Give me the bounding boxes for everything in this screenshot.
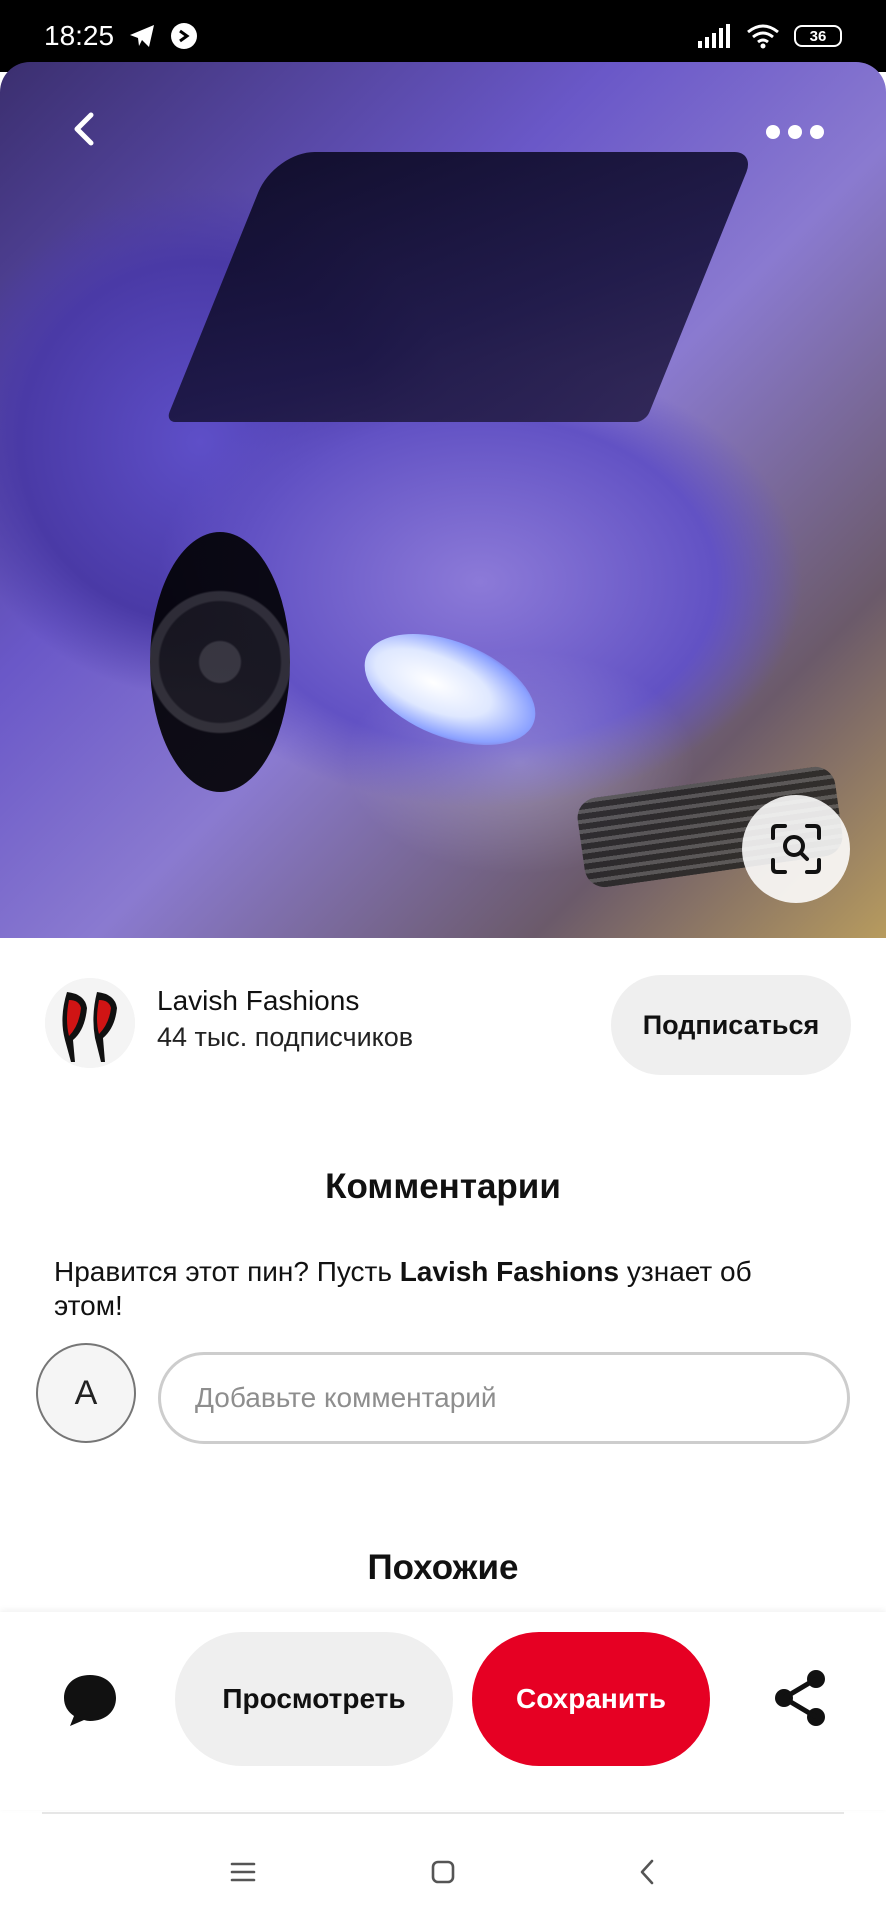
save-button[interactable]: Сохранить [472, 1632, 710, 1766]
view-button[interactable]: Просмотреть [175, 1632, 453, 1766]
shazam-icon [171, 23, 198, 49]
speech-bubble-icon [64, 1675, 116, 1726]
visual-search-icon [771, 824, 821, 874]
more-dots-icon [810, 125, 824, 139]
creator-name[interactable]: Lavish Fashions [157, 985, 359, 1017]
comment-prompt-creator: Lavish Fashions [399, 1256, 620, 1287]
home-square-icon [431, 1860, 455, 1884]
car-headlight [348, 611, 552, 768]
signal-icon [698, 24, 730, 48]
telegram-icon [130, 25, 155, 47]
comment-button[interactable] [60, 1670, 120, 1730]
creator-avatar[interactable] [45, 978, 135, 1068]
menu-button[interactable] [223, 1852, 263, 1892]
system-navbar [0, 1830, 886, 1920]
home-button[interactable] [423, 1852, 463, 1892]
battery-icon: 36 [794, 25, 842, 47]
status-time: 18:25 [44, 20, 115, 51]
menu-icon [230, 1862, 256, 1882]
visual-search-button[interactable] [742, 795, 850, 903]
car-windshield [165, 152, 755, 422]
back-arrow-icon [74, 112, 94, 146]
pin-image[interactable] [0, 62, 886, 938]
comment-input[interactable] [158, 1352, 850, 1444]
car-wheel [150, 532, 290, 792]
share-icon [775, 1670, 825, 1726]
similar-title: Похожие [367, 1548, 519, 1587]
more-options-button[interactable] [750, 112, 840, 152]
comments-title: Комментарии [325, 1167, 561, 1206]
battery-level: 36 [809, 27, 827, 45]
system-back-button[interactable] [627, 1852, 667, 1892]
back-button[interactable] [42, 86, 128, 172]
more-dots-icon [788, 125, 802, 139]
comment-prompt: Нравится этот пин? Пусть Lavish Fashions… [54, 1255, 814, 1323]
action-bar: Просмотреть Сохранить [0, 1612, 886, 1810]
high-heels-icon [45, 978, 135, 1068]
user-avatar[interactable]: A [36, 1343, 136, 1443]
creator-row: Lavish Fashions 44 тыс. подписчиков Подп… [45, 975, 851, 1077]
follow-button[interactable]: Подписаться [611, 975, 851, 1075]
creator-followers: 44 тыс. подписчиков [157, 1022, 414, 1052]
back-chevron-icon [640, 1859, 654, 1885]
comment-prompt-before: Нравится этот пин? Пусть [54, 1256, 400, 1287]
share-button[interactable] [770, 1667, 832, 1729]
wifi-icon [747, 24, 779, 49]
more-dots-icon [766, 125, 780, 139]
bottom-divider [42, 1812, 844, 1814]
